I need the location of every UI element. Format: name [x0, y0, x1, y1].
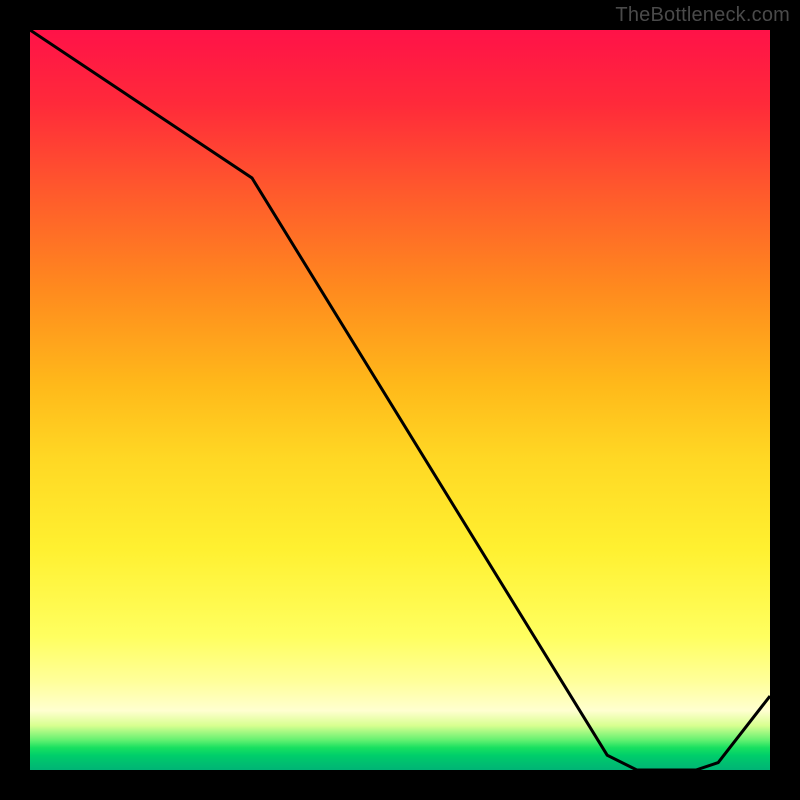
line-curve [30, 30, 770, 770]
attribution-text: TheBottleneck.com [615, 4, 790, 27]
chart-frame: TheBottleneck.com [0, 0, 800, 800]
curve-path [30, 30, 770, 770]
plot-area [30, 30, 770, 770]
